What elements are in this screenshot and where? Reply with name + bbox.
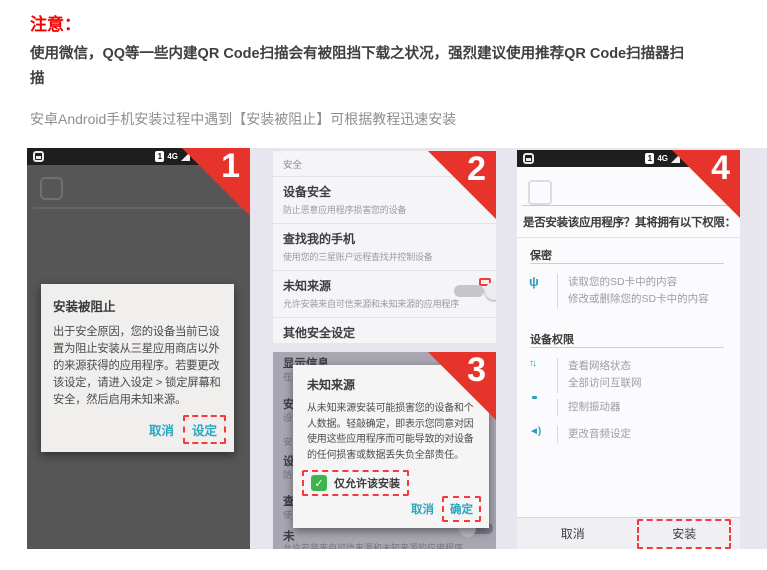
sim-badge-icon: 1 bbox=[645, 153, 654, 164]
permission-line: 查看网络状态 bbox=[568, 360, 631, 372]
install-button[interactable]: 安装 bbox=[672, 525, 696, 542]
dimmed-list-sub: 在 bbox=[283, 370, 292, 383]
install-blocked-dialog: 安装被阻止 出于安全原因，您的设备当前已设置为阻止安装从三星应用商店以外的来源获… bbox=[41, 284, 234, 452]
toggle-knob bbox=[485, 282, 496, 300]
divider bbox=[530, 263, 724, 264]
settings-item-find-my-phone[interactable]: 查找我的手机 使用您的三星账户远程查找并控制设备 bbox=[273, 223, 496, 270]
toggle-track bbox=[454, 285, 484, 297]
permission-text: 查看网络状态 全部访问互联网 bbox=[557, 358, 642, 393]
network-type-label: 4G bbox=[657, 154, 668, 163]
dimmed-list-sub: 防 bbox=[283, 468, 292, 481]
tutorial-page: 注意： 使用微信，QQ等一些内建QR Code扫描会有被阻挡下载之状况，强烈建议… bbox=[0, 0, 767, 570]
permission-row-network: ↑↓ 查看网络状态 全部访问互联网 bbox=[529, 358, 642, 393]
usb-storage-icon: ψ bbox=[529, 274, 557, 289]
permission-text: 更改音频设定 bbox=[557, 426, 631, 443]
dialog-title: 安装被阻止 bbox=[41, 284, 234, 315]
dialog-buttons: 取消 设定 bbox=[41, 409, 234, 452]
step-number-badge: 4 bbox=[711, 150, 730, 187]
step-number-badge: 3 bbox=[467, 352, 486, 389]
step2-security-settings-screenshot: 安全 设备安全 防止恶意应用程序损害您的设备 查找我的手机 使用您的三星账户远程… bbox=[273, 150, 496, 343]
item-subtitle: 允许安装来自可信来源和未知来源的应用程序 bbox=[283, 297, 486, 310]
permission-row-storage: ψ 读取您的SD卡中的内容 修改或删除您的SD卡中的内容 bbox=[529, 274, 709, 309]
checkbox-label: 仅允许该安装 bbox=[334, 475, 400, 491]
cancel-button[interactable]: 取消 bbox=[561, 525, 585, 542]
network-type-label: 4G bbox=[167, 152, 178, 161]
permission-line: 控制振动器 bbox=[568, 401, 621, 413]
item-title: 其他安全设定 bbox=[283, 324, 486, 341]
step-number-badge: 1 bbox=[221, 148, 240, 185]
app-icon-placeholder bbox=[40, 177, 63, 200]
cancel-button[interactable]: 取消 bbox=[142, 417, 181, 442]
notice-title: 注意： bbox=[30, 10, 750, 35]
highlight-box: 确定 bbox=[442, 496, 481, 522]
network-arrows-icon: ↑↓ bbox=[529, 358, 557, 369]
permission-row-vibration: 控制振动器 bbox=[529, 399, 621, 416]
permission-text: 控制振动器 bbox=[557, 399, 621, 416]
dimmed-list-sub: 使 bbox=[283, 508, 292, 521]
sd-card-icon bbox=[523, 153, 534, 164]
step1-phone-screenshot: 1 4G 7 安装被阻止 出于安全原因，您的设备当前已设置为阻止安装从三星应用商… bbox=[27, 148, 250, 549]
dimmed-section-label: 安 bbox=[283, 435, 292, 448]
dimmed-list-sub: 允许安装来自可信来源和未知来源的应用程序 bbox=[283, 541, 463, 549]
permission-line: 全部访问互联网 bbox=[568, 377, 642, 389]
section-label-device: 设备权限 bbox=[530, 331, 574, 347]
item-title: 查找我的手机 bbox=[283, 230, 486, 247]
step4-install-prompt-screenshot: 1 4G 7 是否安装该应用程序？其将拥有以下权限： 保密 ψ 读取您的SD卡中… bbox=[517, 150, 740, 549]
item-subtitle: 使用您的三星账户远程查找并控制设备 bbox=[283, 250, 486, 263]
highlight-box: 安装 bbox=[637, 519, 731, 549]
dialog-body: 出于安全原因，您的设备当前已设置为阻止安装从三星应用商店以外的来源获得的应用程序… bbox=[41, 315, 234, 409]
step3-unknown-sources-dialog-screenshot: 显示信息 在 安 设 安 设 防 查 使 未 允许安装来自可信来源和未知来源的应… bbox=[273, 352, 496, 549]
dimmed-list-sub: 设 bbox=[283, 411, 292, 424]
settings-item-other-security[interactable]: 其他安全设定 更改安全更新和证书存储等其他安全设定 bbox=[273, 317, 496, 343]
allow-once-checkbox[interactable]: ✓ bbox=[311, 475, 327, 491]
divider bbox=[530, 347, 724, 348]
sim-badge-icon: 1 bbox=[155, 151, 164, 162]
notice-subtitle: 安卓Android手机安装过程中遇到【安装被阻止】可根据教程迅速安装 bbox=[30, 109, 750, 129]
permission-text: 读取您的SD卡中的内容 修改或删除您的SD卡中的内容 bbox=[557, 274, 709, 309]
highlight-box: ✓ 仅允许该安装 bbox=[302, 470, 409, 496]
speaker-icon: ◄) bbox=[529, 426, 557, 437]
permission-line: 修改或删除您的SD卡中的内容 bbox=[568, 293, 709, 305]
cancel-button[interactable]: 取消 bbox=[405, 498, 440, 520]
permission-line: 更改音频设定 bbox=[568, 428, 631, 440]
settings-item-unknown-sources[interactable]: 未知来源 允许安装来自可信来源和未知来源的应用程序 bbox=[273, 270, 496, 317]
highlight-box bbox=[479, 278, 491, 286]
divider bbox=[517, 237, 740, 238]
settings-button[interactable]: 设定 bbox=[185, 417, 224, 442]
section-label-privacy: 保密 bbox=[530, 247, 552, 263]
permission-line: 读取您的SD卡中的内容 bbox=[568, 276, 677, 288]
highlight-box: 设定 bbox=[183, 415, 226, 444]
permission-row-audio: ◄) 更改音频设定 bbox=[529, 426, 631, 443]
sd-card-icon bbox=[33, 151, 44, 162]
confirm-button[interactable]: 确定 bbox=[444, 498, 479, 520]
header: 注意： 使用微信，QQ等一些内建QR Code扫描会有被阻挡下载之状况，强烈建议… bbox=[30, 10, 750, 129]
bottom-button-bar: 取消 安装 bbox=[517, 517, 740, 549]
notice-body: 使用微信，QQ等一些内建QR Code扫描会有被阻挡下载之状况，强烈建议使用推荐… bbox=[30, 42, 698, 93]
dialog-buttons: 取消 确定 bbox=[293, 496, 489, 528]
step-number-badge: 2 bbox=[467, 151, 486, 188]
app-icon-placeholder bbox=[528, 180, 552, 205]
check-icon: ✓ bbox=[314, 477, 323, 490]
